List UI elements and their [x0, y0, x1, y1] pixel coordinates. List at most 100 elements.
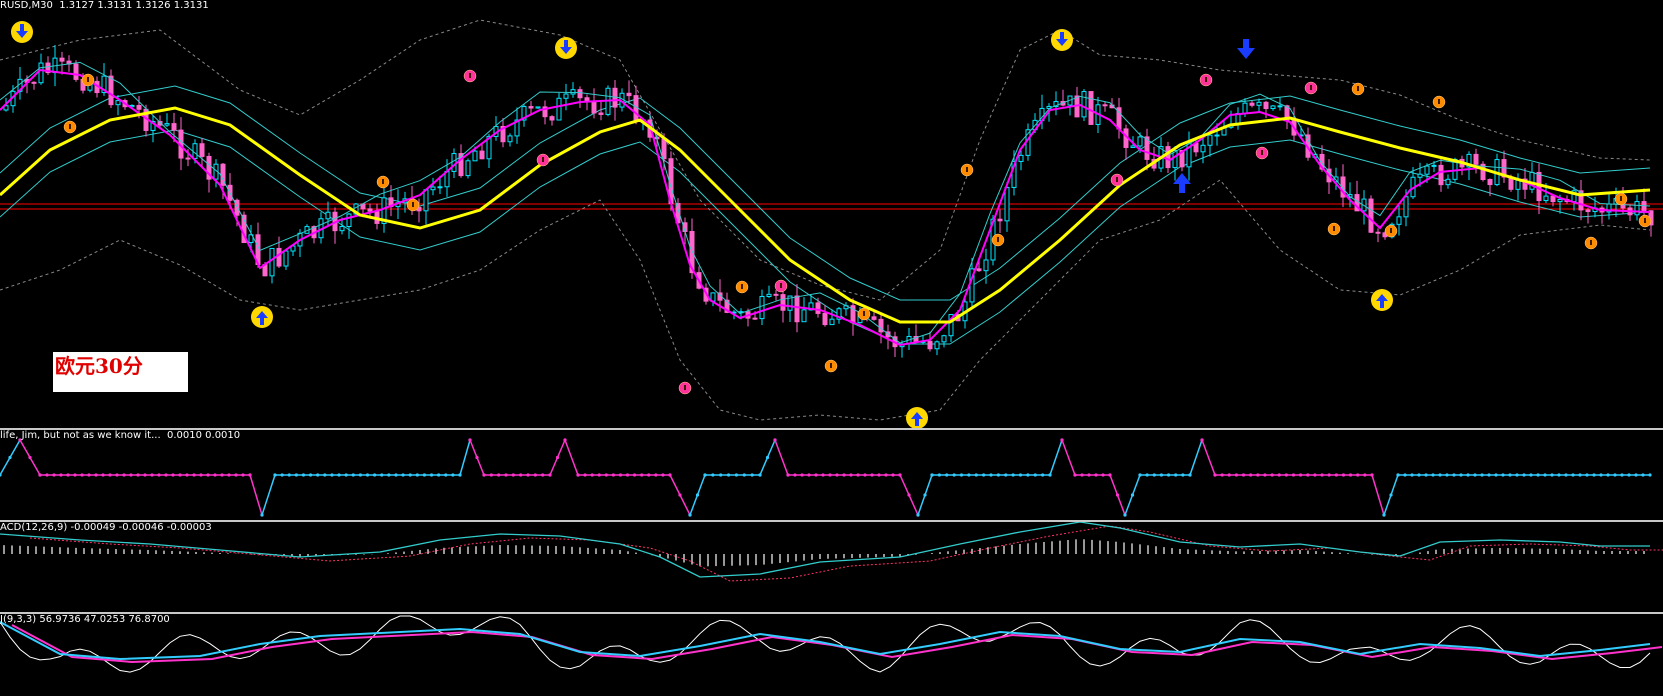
fractal-dot-mark: [1310, 85, 1312, 90]
life-dot: [387, 473, 391, 477]
life-dot: [1445, 473, 1449, 477]
candle-body: [1396, 216, 1402, 225]
life-dot: [1529, 473, 1533, 477]
indicator-pane-life[interactable]: life, Jim, but not as we know it... 0.00…: [0, 430, 1663, 520]
life-dot: [1515, 473, 1519, 477]
candle-body: [192, 143, 198, 159]
life-dot: [1048, 473, 1052, 477]
life-dot: [164, 473, 168, 477]
life-dot: [185, 473, 189, 477]
ma-magenta-line: [0, 68, 1651, 347]
life-dot: [898, 473, 902, 477]
life-dot: [1557, 473, 1561, 477]
life-dot: [373, 473, 377, 477]
life-dot: [726, 473, 731, 477]
life-dot: [937, 473, 941, 477]
life-dot: [1159, 473, 1164, 477]
candle-body: [1088, 91, 1094, 125]
candle-body: [794, 295, 800, 323]
candle-body: [801, 309, 807, 323]
life-dot: [511, 473, 515, 477]
life-dot: [1270, 473, 1274, 477]
indicator-pane-kdj[interactable]: J(9,3,3) 56.9736 47.0253 76.8700: [0, 614, 1663, 696]
fractal-dot-mark: [542, 157, 544, 162]
candle-body: [1375, 231, 1381, 234]
fractal-dot-mark: [684, 385, 686, 390]
life-dot: [1417, 473, 1421, 477]
fractal-dot-mark: [830, 363, 832, 368]
price-chart-pane[interactable]: RUSD,M30 1.3127 1.3131 1.3126 1.3131 欧元3…: [0, 0, 1663, 428]
life-dot: [323, 473, 327, 477]
life-dot: [1145, 473, 1149, 477]
life-dot: [337, 473, 341, 477]
life-dot: [482, 473, 486, 477]
fractal-dot-mark: [1333, 226, 1335, 231]
life-dot: [611, 473, 615, 477]
life-dot: [891, 473, 895, 477]
life-dot: [115, 473, 119, 477]
life-dot: [1356, 473, 1360, 477]
candle-body: [997, 218, 1003, 222]
fractal-dot-mark: [741, 284, 743, 289]
fractal-dot-mark: [87, 77, 89, 82]
life-dot: [1011, 473, 1015, 477]
life-dot: [1396, 473, 1400, 477]
life-dot: [590, 473, 594, 477]
life-dot: [1550, 473, 1554, 477]
candle-body: [752, 317, 758, 320]
life-dot: [1599, 473, 1603, 477]
candle-body: [577, 89, 583, 99]
candle-body: [1585, 209, 1591, 213]
life-dot: [422, 473, 427, 477]
life-dot: [633, 473, 637, 477]
candle-body: [549, 116, 555, 121]
life-dot: [1431, 473, 1435, 477]
life-line-segment: [1049, 439, 1063, 476]
life-line-segment: [1189, 439, 1203, 476]
life-dot: [1501, 473, 1505, 477]
life-dot: [800, 473, 804, 477]
life-dot: [821, 473, 825, 477]
candle-body: [1270, 105, 1276, 110]
candle-body: [1403, 196, 1409, 218]
life-dot: [742, 473, 746, 477]
fractal-dot-mark: [863, 311, 865, 316]
buy-arrow-icon: [1371, 289, 1393, 311]
indicator-header-life: life, Jim, but not as we know it... 0.00…: [0, 430, 241, 441]
life-dot: [287, 473, 291, 477]
candle-body: [1249, 102, 1255, 106]
life-dot: [1363, 473, 1367, 477]
price-chart-canvas[interactable]: [0, 0, 1663, 428]
life-dot: [996, 473, 1000, 477]
indicator-pane-macd[interactable]: ACD(12,26,9) -0.00049 -0.00046 -0.00003: [0, 522, 1663, 612]
life-dot: [1094, 473, 1098, 477]
fractal-dot-mark: [1357, 86, 1359, 91]
macd-signal-line: [29, 525, 1663, 582]
candle-body: [479, 150, 485, 160]
candle-body: [1165, 146, 1171, 169]
life-dot: [1138, 473, 1142, 477]
bollinger-lower-line: [0, 179, 1651, 421]
up-arrow-icon: [1173, 173, 1191, 193]
life-dot: [1459, 473, 1463, 477]
fractal-dot-mark: [966, 167, 968, 172]
life-dot: [1041, 473, 1045, 477]
life-dot: [1389, 493, 1393, 497]
life-dot: [1130, 493, 1135, 497]
life-dot: [519, 473, 523, 477]
candle-body: [437, 186, 443, 189]
life-dot: [1438, 473, 1442, 477]
candle-body: [780, 294, 786, 311]
life-dot: [583, 473, 587, 477]
life-dot: [835, 473, 839, 477]
candle-body: [423, 189, 429, 212]
life-dot: [87, 473, 91, 477]
candle-body: [563, 93, 569, 99]
life-dot: [1327, 473, 1331, 477]
life-dot: [429, 473, 434, 477]
candle-body: [815, 302, 821, 314]
life-dot: [227, 473, 231, 477]
life-dot: [1060, 438, 1064, 442]
life-dot: [38, 473, 42, 477]
candle-body: [1214, 134, 1220, 137]
